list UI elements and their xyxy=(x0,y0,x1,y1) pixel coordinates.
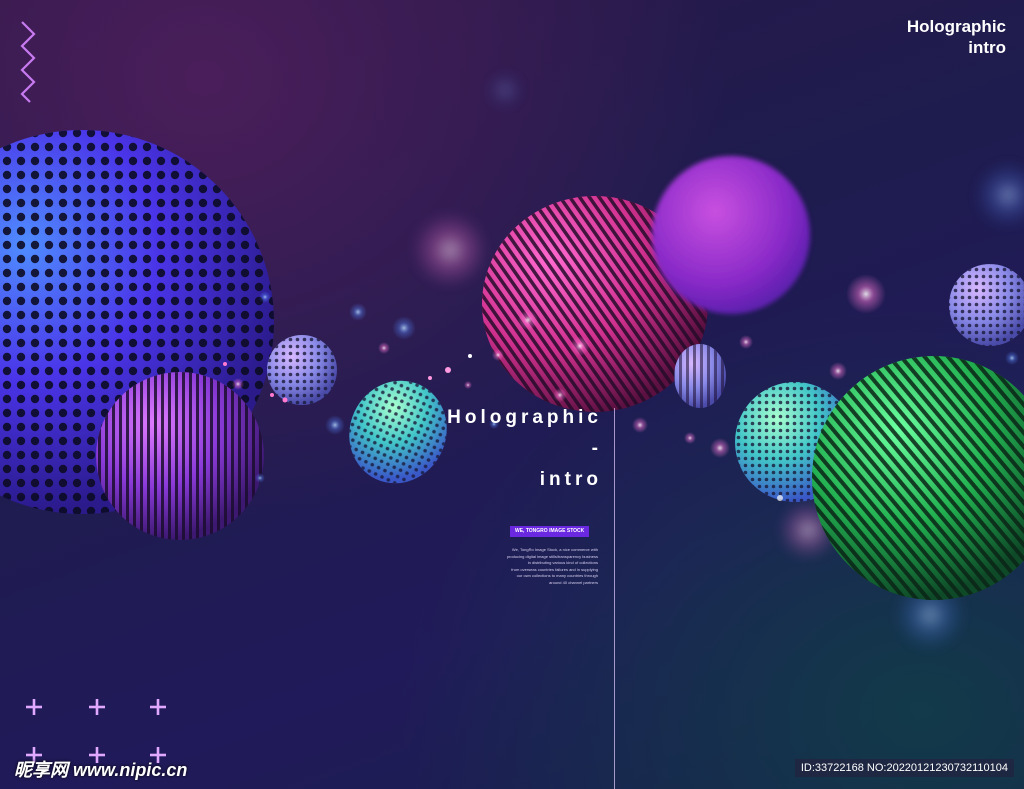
sphere-small-dotted-left xyxy=(267,335,337,405)
stock-badge: WE, TONGRO IMAGE STOCK xyxy=(510,526,590,537)
body-line: producing digital image stills/transpare… xyxy=(506,553,598,559)
sphere-magenta-blurred xyxy=(652,156,810,314)
sphere-small-pill xyxy=(674,344,726,408)
center-title-line3: intro xyxy=(539,469,602,490)
center-title: Holographic - intro xyxy=(400,402,602,495)
corner-title-line1: Holographic xyxy=(906,17,1006,36)
body-line: in distributing various kind of collecti… xyxy=(527,560,598,566)
plus-decorations xyxy=(26,699,166,763)
sphere-violet-striped xyxy=(96,372,264,540)
center-title-line2: - xyxy=(591,438,602,459)
vertical-divider xyxy=(614,408,615,789)
corner-title: Holographic intro xyxy=(907,16,1006,58)
corner-title-line2: intro xyxy=(968,38,1006,57)
center-title-line1: Holographic xyxy=(447,407,602,428)
watermark-id: ID:33722168 NO:20220121230732110104 xyxy=(794,759,1014,777)
sphere-artwork xyxy=(0,21,1024,763)
body-line: from overseas countries failures and in … xyxy=(511,566,598,572)
zigzag-decoration xyxy=(20,21,36,103)
poster-canvas: Holographic intro Holographic - intro WE… xyxy=(0,0,1024,789)
sphere-small-dotted-right xyxy=(949,264,1024,346)
body-line: around 40 channel partners xyxy=(549,579,598,585)
watermark-site: 昵享网 www.nipic.cn xyxy=(14,760,188,780)
body-text: We, TongRo Image Stock, a nice commerce … xyxy=(478,547,598,587)
body-line: our own collections to many countries th… xyxy=(516,573,598,579)
sphere-green-striped xyxy=(812,356,1024,600)
body-line: We, TongRo Image Stock, a nice commerce … xyxy=(511,547,598,552)
